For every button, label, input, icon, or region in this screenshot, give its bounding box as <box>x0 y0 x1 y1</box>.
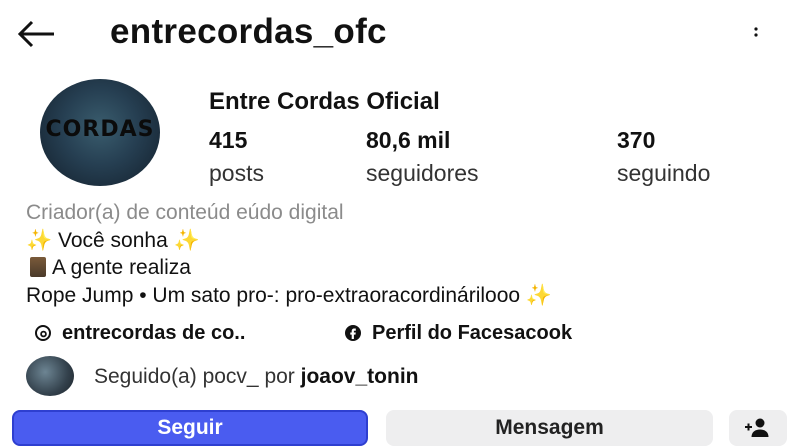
profile-avatar[interactable]: CORDAS <box>40 79 160 186</box>
facebook-link-label: Perfil do Facesacook <box>372 322 573 344</box>
avatar-logo-text: CORDAS <box>45 117 155 142</box>
suggest-users-button[interactable] <box>729 410 787 446</box>
stat-posts[interactable]: 415 posts <box>209 127 264 187</box>
arrow-left-icon <box>17 20 54 48</box>
threads-icon <box>35 325 51 341</box>
followed-by-text: Seguido(a) pocv_ por joaov_tonin <box>94 365 418 389</box>
bio-line-3-text: Rope Jump • Um sato pro-: pro-extraoraco… <box>26 284 521 307</box>
profile-header: entrecordas_ofc <box>0 0 796 70</box>
more-vertical-icon <box>754 27 758 37</box>
bio-line-3: Rope Jump • Um sato pro-: pro-extraoraco… <box>26 284 552 308</box>
stat-following-value: 370 <box>617 127 656 153</box>
back-button[interactable] <box>14 14 58 54</box>
facebook-link[interactable]: Perfil do Facesacook <box>344 322 572 345</box>
followed-by-prefix: Seguido(a) pocv_ por <box>94 365 295 388</box>
followed-by-row[interactable]: Seguido(a) pocv_ por joaov_tonin <box>26 356 626 396</box>
facebook-icon <box>345 325 361 341</box>
message-button[interactable]: Mensagem <box>386 410 713 446</box>
stat-following-label: seguindo <box>617 160 711 186</box>
sparkle-icon: ✨ <box>173 229 200 252</box>
bio-line-2-text: A gente realiza <box>52 256 191 279</box>
stat-followers-label: seguidores <box>366 160 479 186</box>
follow-button[interactable]: Seguir <box>12 410 368 446</box>
message-button-label: Mensagem <box>495 416 604 439</box>
followed-by-username: joaov_tonin <box>300 365 419 388</box>
stat-posts-value: 415 <box>209 127 248 153</box>
profile-username: entrecordas_ofc <box>110 12 387 51</box>
threads-link-label: entrecordas de co.. <box>62 322 246 344</box>
threads-link[interactable]: entrecordas de co.. <box>34 322 245 345</box>
bio-line-1-text: Você sonha <box>58 229 168 252</box>
display-name: Entre Cordas Oficial <box>209 88 440 115</box>
tower-emoji-icon <box>30 257 46 277</box>
more-options-button[interactable] <box>744 20 768 50</box>
follower-avatar <box>26 356 74 396</box>
stat-followers[interactable]: 80,6 mil seguidores <box>366 127 479 187</box>
follow-button-label: Seguir <box>157 416 223 439</box>
bio-line-1: ✨ Você sonha ✨ <box>26 229 200 253</box>
sparkle-icon: ✨ <box>26 229 53 252</box>
sparkle-icon: ✨ <box>525 284 553 307</box>
bio-category: Criador(a) de conteúd eúdo digital <box>26 201 344 224</box>
stat-followers-value: 80,6 mil <box>366 127 451 153</box>
bio-line-2: A gente realiza <box>26 256 191 280</box>
add-person-icon <box>745 418 769 437</box>
stat-posts-label: posts <box>209 160 264 186</box>
stat-following[interactable]: 370 seguindo <box>617 127 710 187</box>
